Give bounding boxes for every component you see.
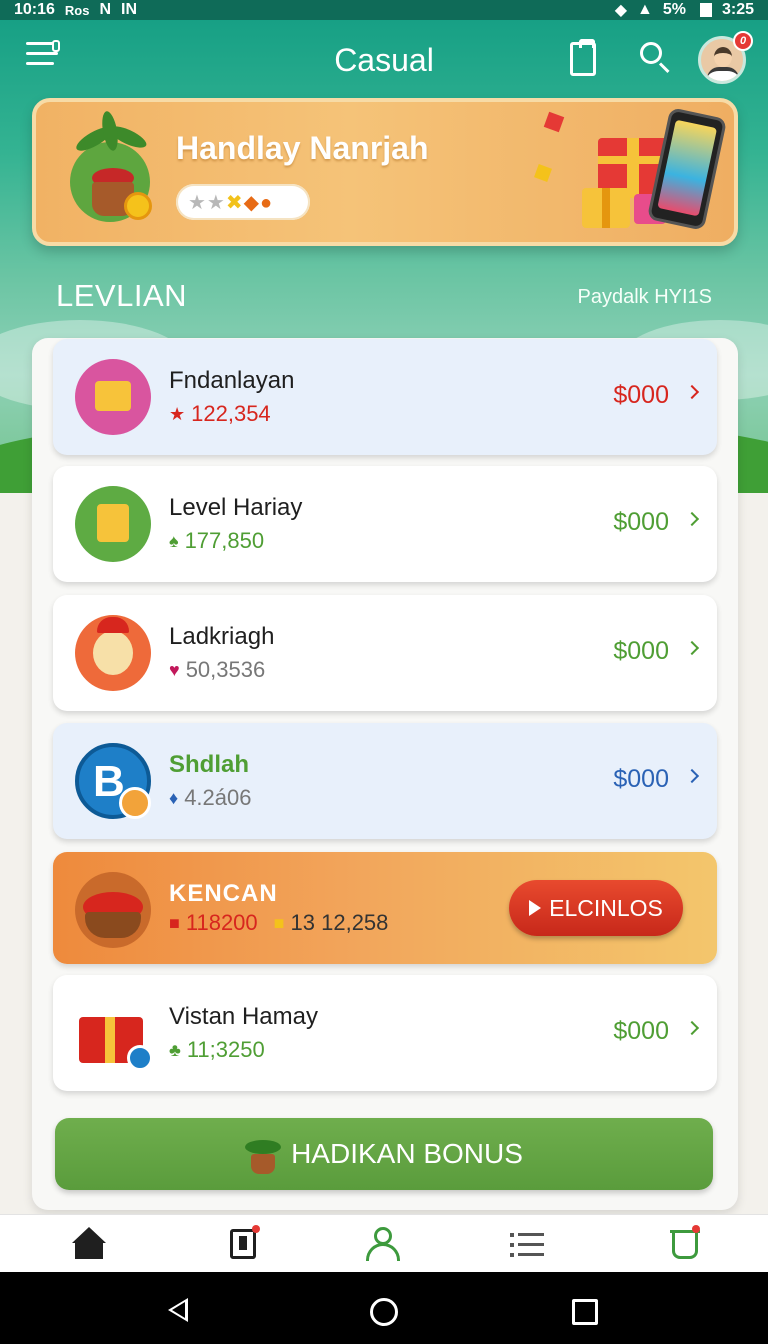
list-item[interactable]: Level Hariay ♠ 177,850 $000	[53, 466, 717, 582]
system-nav-bar	[0, 1272, 768, 1344]
chevron-right-icon	[684, 1020, 700, 1036]
list-item[interactable]: B Shdlah ♦ 4.2á06 $000	[53, 723, 717, 839]
signal-icon: ▲	[637, 1, 653, 18]
notification-badge: 0	[733, 31, 753, 51]
blue-coin-icon: B	[75, 743, 151, 819]
bottom-nav	[0, 1214, 768, 1272]
bonus-button[interactable]: HADIKAN BONUS	[55, 1118, 713, 1190]
basket-icon	[75, 359, 151, 435]
promo-item[interactable]: KENCAN ■ 118200 ■ 13 12,258 ELCINLOS	[53, 852, 717, 964]
status-clock: 3:25	[721, 1, 754, 18]
item-name: Fndanlayan	[169, 367, 295, 394]
item-name: Shdlah	[169, 751, 250, 778]
item-name: Ladkriagh	[169, 623, 275, 650]
section-subtitle[interactable]: Paydalk HYI1S	[577, 286, 712, 309]
item-price: $000	[613, 508, 669, 536]
home-circle-icon[interactable]	[370, 1298, 398, 1326]
status-indicator-2: N	[99, 1, 112, 18]
chevron-right-icon	[684, 640, 700, 656]
list-item[interactable]: Fndanlayan ★ 122,354 $000	[53, 339, 717, 455]
item-meta: ♦ 4.2á06	[169, 785, 251, 811]
promo-meta: ■ 118200 ■ 13 12,258	[169, 910, 388, 936]
battery-percent: 5%	[662, 1, 686, 18]
promo-name: KENCAN	[169, 880, 278, 907]
character-icon	[75, 615, 151, 691]
promo-value-1: 118200	[185, 910, 258, 935]
item-meta: ♥ 50,3536	[169, 657, 265, 683]
back-icon[interactable]	[168, 1298, 188, 1322]
cross-icon: ✖	[225, 191, 244, 214]
list-item[interactable]: Ladkriagh ♥ 50,3536 $000	[53, 595, 717, 711]
gift-phone-illustration	[534, 96, 736, 246]
diamond-icon: ♦	[169, 787, 179, 808]
arrow-right-icon	[529, 900, 542, 916]
app-bar: Casual	[0, 20, 768, 96]
status-bar: 10:16 Ros N IN ◆ ▲ 5% 3:25	[0, 0, 768, 20]
battery-icon	[699, 3, 712, 17]
calendar-icon	[75, 486, 151, 562]
status-indicator-1: Ros	[64, 2, 90, 18]
banner-title: Handlay Nanrjah	[176, 130, 429, 166]
item-value: 177,850	[184, 528, 265, 553]
claim-button-label: ELCINLOS	[549, 894, 663, 921]
chevron-right-icon	[684, 384, 700, 400]
clover-icon: ♣	[169, 1039, 181, 1060]
home-icon[interactable]	[70, 1227, 110, 1263]
list-icon[interactable]	[508, 1227, 548, 1263]
list-item[interactable]: Vistan Hamay ♣ 11;3250 $000	[53, 975, 717, 1091]
item-price: $000	[613, 1017, 669, 1045]
plant-icon	[245, 1132, 282, 1176]
item-value: 50,3536	[185, 657, 266, 682]
promo-value-2: 13 12,258	[290, 910, 389, 935]
chevron-right-icon	[684, 768, 700, 784]
gift-icon: ■	[169, 912, 180, 933]
section-title: LEVLIAN	[56, 278, 188, 313]
item-meta: ♠ 177,850	[169, 528, 264, 554]
item-meta: ♣ 11;3250	[169, 1037, 265, 1063]
item-value: 11;3250	[186, 1037, 265, 1062]
status-indicator-3: IN	[121, 1, 138, 18]
status-time: 10:16	[14, 1, 55, 18]
clipboard-icon[interactable]	[570, 39, 596, 76]
item-price: $000	[613, 381, 669, 409]
bonus-button-label: HADIKAN BONUS	[291, 1138, 523, 1169]
item-price: $000	[613, 765, 669, 793]
fruit-basket-icon	[75, 872, 151, 948]
search-icon[interactable]	[638, 40, 674, 76]
item-price: $000	[613, 637, 669, 665]
item-value: 4.2á06	[184, 785, 252, 810]
heart-icon: ♥	[169, 659, 180, 680]
item-name: Vistan Hamay	[169, 1003, 318, 1030]
claim-button[interactable]: ELCINLOS	[509, 880, 683, 936]
wifi-icon: ◆	[614, 2, 627, 19]
star-icon: ★	[169, 403, 186, 424]
item-value: 122,354	[191, 401, 271, 426]
star-icons: ★★	[188, 191, 226, 214]
item-name: Level Hariay	[169, 494, 303, 521]
gold-box-icon: ■	[273, 912, 285, 933]
chevron-right-icon	[684, 511, 700, 527]
leaf-icon: ♠	[169, 530, 179, 551]
promo-banner[interactable]: Handlay Nanrjah ★★ ✖ ◆●	[32, 98, 738, 246]
profile-icon[interactable]	[364, 1227, 404, 1263]
rating-chip: ★★ ✖ ◆●	[176, 184, 310, 220]
gem-icons: ◆●	[243, 191, 274, 214]
gift-cart-icon	[75, 995, 153, 1071]
cup-icon[interactable]	[666, 1225, 706, 1263]
recents-icon[interactable]	[572, 1299, 598, 1325]
plant-pot-icon	[64, 110, 160, 224]
item-meta: ★ 122,354	[169, 401, 271, 427]
document-icon[interactable]	[224, 1225, 264, 1263]
